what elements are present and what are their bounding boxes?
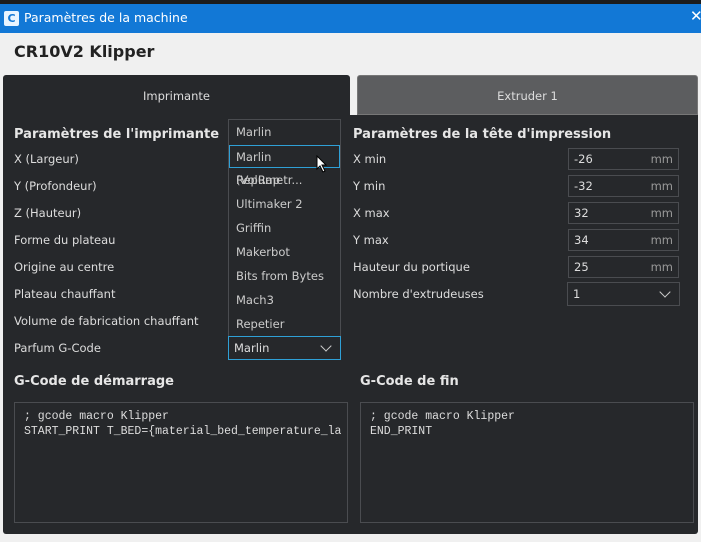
tab-printer[interactable]: Imprimante	[3, 75, 350, 117]
gcode-flavor-value: Marlin	[234, 341, 270, 355]
label-y-depth: Y (Profondeur)	[14, 179, 97, 193]
x-min-input[interactable]: -26 mm	[568, 148, 679, 170]
label-gcode-flavor: Parfum G-Code	[14, 341, 101, 355]
label-extruder-count: Nombre d'extrudeuses	[353, 287, 484, 301]
title-bar: C Paramètres de la machine ✕	[0, 4, 701, 33]
y-min-value: -32	[574, 179, 593, 193]
flavor-option-makerbot[interactable]: Makerbot	[230, 241, 340, 264]
label-origin-center: Origine au centre	[14, 260, 115, 274]
y-max-input[interactable]: 34 mm	[568, 229, 679, 251]
unit-label: mm	[650, 152, 673, 166]
extruder-count-select[interactable]: 1	[567, 282, 680, 306]
end-gcode-title: G-Code de fin	[360, 374, 459, 389]
unit-label: mm	[650, 206, 673, 220]
tab-extruder-1[interactable]: Extruder 1	[357, 75, 698, 115]
head-settings-title: Paramètres de la tête d'impression	[353, 127, 612, 142]
label-y-min: Y min	[353, 179, 386, 193]
y-max-value: 34	[574, 233, 589, 247]
extruder-count-value: 1	[573, 287, 581, 301]
y-min-input[interactable]: -32 mm	[568, 175, 679, 197]
gantry-height-value: 25	[574, 260, 589, 274]
label-heated-bed: Plateau chauffant	[14, 287, 116, 301]
x-max-value: 32	[574, 206, 589, 220]
chevron-down-icon	[320, 340, 332, 352]
gantry-height-input[interactable]: 25 mm	[568, 256, 679, 278]
label-gantry-height: Hauteur du portique	[353, 260, 470, 274]
flavor-option-ultimaker-2[interactable]: Ultimaker 2	[230, 193, 340, 216]
printer-settings-title: Paramètres de l'imprimante	[14, 127, 220, 142]
gcode-flavor-select[interactable]: Marlin	[228, 336, 341, 360]
start-gcode-editor[interactable]: ; gcode macro Klipper START_PRINT T_BED=…	[14, 402, 348, 523]
x-min-value: -26	[574, 152, 593, 166]
machine-name: CR10V2 Klipper	[14, 42, 155, 61]
cura-logo-icon: C	[4, 11, 19, 26]
label-y-max: Y max	[353, 233, 389, 247]
flavor-option-marlin[interactable]: Marlin	[230, 121, 340, 144]
x-max-input[interactable]: 32 mm	[568, 202, 679, 224]
chevron-down-icon	[659, 286, 671, 298]
label-bed-shape: Forme du plateau	[14, 233, 116, 247]
label-heated-volume: Volume de fabrication chauffant	[14, 314, 199, 328]
flavor-option-griffin[interactable]: Griffin	[230, 217, 340, 240]
label-x-width: X (Largeur)	[14, 152, 79, 166]
label-z-height: Z (Hauteur)	[14, 206, 82, 220]
close-icon[interactable]: ✕	[690, 7, 701, 25]
label-x-max: X max	[353, 206, 390, 220]
mouse-cursor-icon	[316, 155, 328, 173]
start-gcode-title: G-Code de démarrage	[14, 374, 174, 389]
unit-label: mm	[650, 260, 673, 274]
label-x-min: X min	[353, 152, 387, 166]
unit-label: mm	[650, 233, 673, 247]
flavor-option-bits-from-bytes[interactable]: Bits from Bytes	[230, 265, 340, 288]
unit-label: mm	[650, 179, 673, 193]
flavor-option-mach3[interactable]: Mach3	[230, 289, 340, 312]
window-title: Paramètres de la machine	[24, 10, 188, 25]
flavor-option-repetier[interactable]: Repetier	[230, 313, 340, 336]
end-gcode-editor[interactable]: ; gcode macro Klipper END_PRINT	[360, 402, 694, 523]
